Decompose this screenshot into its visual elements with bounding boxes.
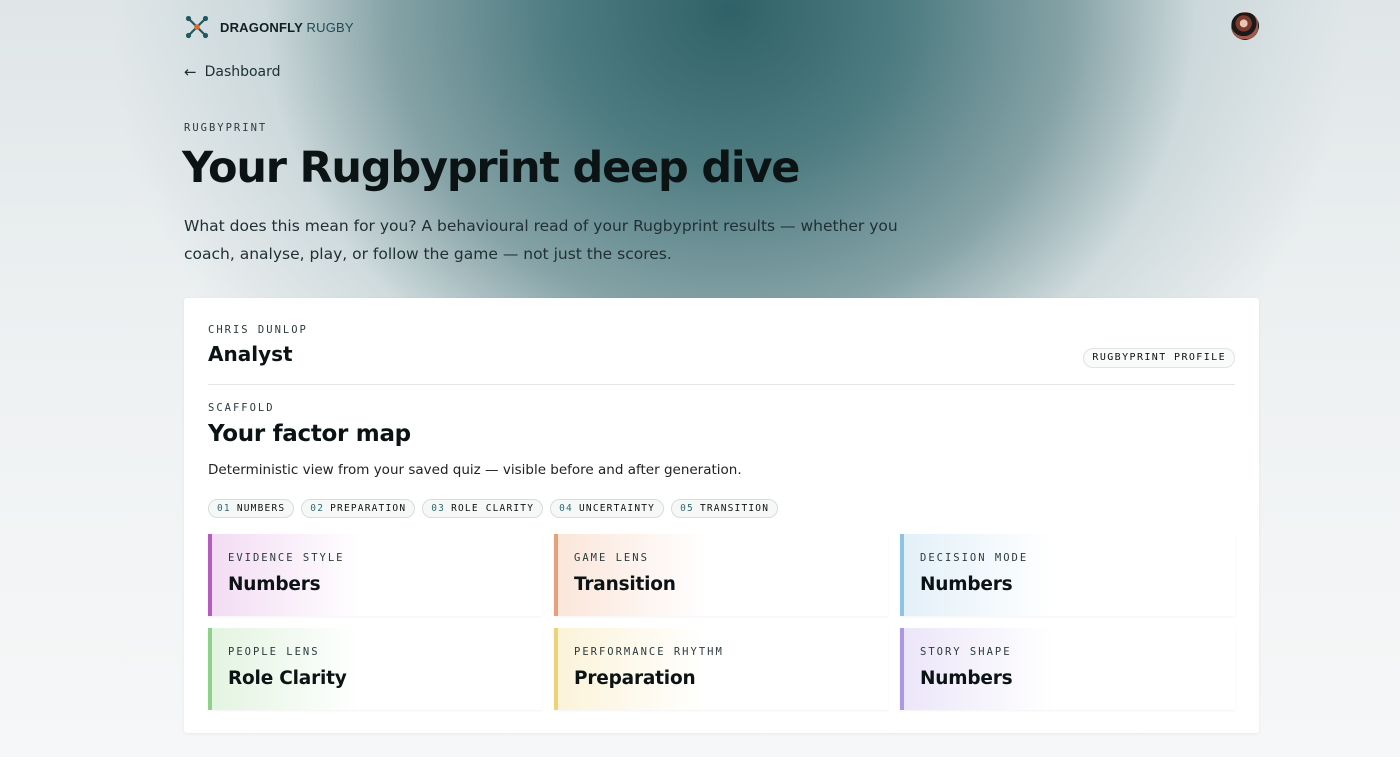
user-avatar[interactable] bbox=[1231, 12, 1259, 40]
page-subtitle: What does this mean for you? A behaviour… bbox=[184, 217, 898, 263]
factor-tile-performance-rhythm: PERFORMANCE RHYTHM Preparation bbox=[554, 628, 888, 710]
factor-tile-evidence-style: EVIDENCE STYLE Numbers bbox=[208, 534, 542, 616]
chip-number: 01 bbox=[217, 503, 231, 514]
back-to-dashboard-link[interactable]: ← Dashboard bbox=[184, 63, 281, 81]
factor-map-eyebrow: SCAFFOLD bbox=[208, 402, 275, 414]
tile-label: GAME LENS bbox=[574, 552, 649, 564]
chip-label: NUMBERS bbox=[236, 503, 286, 514]
profile-role: Analyst bbox=[208, 342, 293, 366]
factor-chip: 04 UNCERTAINTY bbox=[550, 499, 665, 518]
brand-name-bold: DRAGONFLY bbox=[220, 19, 303, 35]
factor-map-title: Your factor map bbox=[208, 421, 411, 447]
tile-label: EVIDENCE STYLE bbox=[228, 552, 345, 564]
tile-value: Numbers bbox=[920, 668, 1013, 689]
tile-label: PERFORMANCE RHYTHM bbox=[574, 646, 724, 658]
dragonfly-logo-icon bbox=[185, 15, 209, 39]
back-label: Dashboard bbox=[204, 64, 281, 80]
hero-eyebrow: RUGBYPRINT bbox=[184, 122, 268, 134]
brand-logo[interactable]: DRAGONFLY RUGBY bbox=[184, 14, 354, 40]
tile-value: Numbers bbox=[228, 574, 321, 595]
tile-label: PEOPLE LENS bbox=[228, 646, 320, 658]
profile-badge: RUGBYPRINT PROFILE bbox=[1083, 348, 1235, 368]
profile-owner: CHRIS DUNLOP bbox=[208, 324, 308, 336]
tile-value: Transition bbox=[574, 574, 676, 595]
chip-label: UNCERTAINTY bbox=[578, 503, 656, 514]
factor-tile-people-lens: PEOPLE LENS Role Clarity bbox=[208, 628, 542, 710]
chip-number: 02 bbox=[310, 503, 325, 514]
top-bar: DRAGONFLY RUGBY bbox=[184, 12, 1259, 42]
factor-tile-game-lens: GAME LENS Transition bbox=[554, 534, 888, 616]
arrow-left-icon: ← bbox=[184, 63, 197, 81]
factor-chip: 05 TRANSITION bbox=[671, 499, 779, 518]
chip-label: PREPARATION bbox=[330, 503, 407, 514]
chip-label: ROLE CLARITY bbox=[451, 503, 535, 514]
factor-chip: 01 NUMBERS bbox=[208, 499, 295, 518]
chip-number: 03 bbox=[431, 503, 446, 514]
tile-value: Preparation bbox=[574, 668, 696, 689]
profile-card: CHRIS DUNLOP Analyst RUGBYPRINT PROFILE … bbox=[184, 298, 1259, 733]
card-divider bbox=[208, 384, 1235, 385]
factor-chips: 01 NUMBERS 02 PREPARATION 03 ROLE CLARITY 0… bbox=[208, 499, 779, 518]
chip-number: 04 bbox=[559, 503, 573, 514]
tile-label: STORY SHAPE bbox=[920, 646, 1012, 658]
brand-name: DRAGONFLY RUGBY bbox=[220, 20, 354, 35]
page-title: Your Rugbyprint deep dive bbox=[182, 143, 800, 193]
tile-value: Numbers bbox=[920, 574, 1013, 595]
factor-chip: 03 ROLE CLARITY bbox=[422, 499, 544, 518]
factor-tile-decision-mode: DECISION MODE Numbers bbox=[900, 534, 1235, 616]
tile-label: DECISION MODE bbox=[920, 552, 1029, 564]
factor-tiles: EVIDENCE STYLE Numbers GAME LENS Transit… bbox=[208, 534, 1235, 710]
tile-value: Role Clarity bbox=[228, 668, 347, 689]
factor-tile-story-shape: STORY SHAPE Numbers bbox=[900, 628, 1235, 710]
chip-number: 05 bbox=[680, 503, 694, 514]
chip-label: TRANSITION bbox=[699, 503, 770, 514]
brand-name-light: RUGBY bbox=[306, 19, 354, 35]
factor-map-description: Deterministic view from your saved quiz … bbox=[208, 462, 742, 478]
factor-chip: 02 PREPARATION bbox=[301, 499, 416, 518]
